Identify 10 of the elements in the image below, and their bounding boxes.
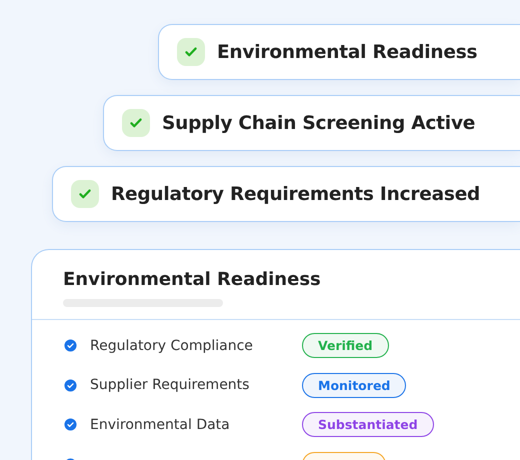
card-title: Environmental Readiness: [63, 269, 322, 290]
status-badge: Substantiated: [302, 412, 434, 438]
status-badge: Monitored: [302, 372, 406, 398]
banner-title: Supply Chain Screening Active: [162, 112, 476, 134]
banner-title: Environmental Readiness: [217, 42, 478, 62]
status-badge: Verified: [302, 333, 389, 358]
row-label: Regulatory Compliance: [90, 338, 254, 354]
row-label: Environmental Data: [90, 416, 231, 433]
row-label: Supplier Requirements: [90, 377, 250, 394]
banner-title: Regulatory Requirements Increased: [111, 184, 480, 204]
